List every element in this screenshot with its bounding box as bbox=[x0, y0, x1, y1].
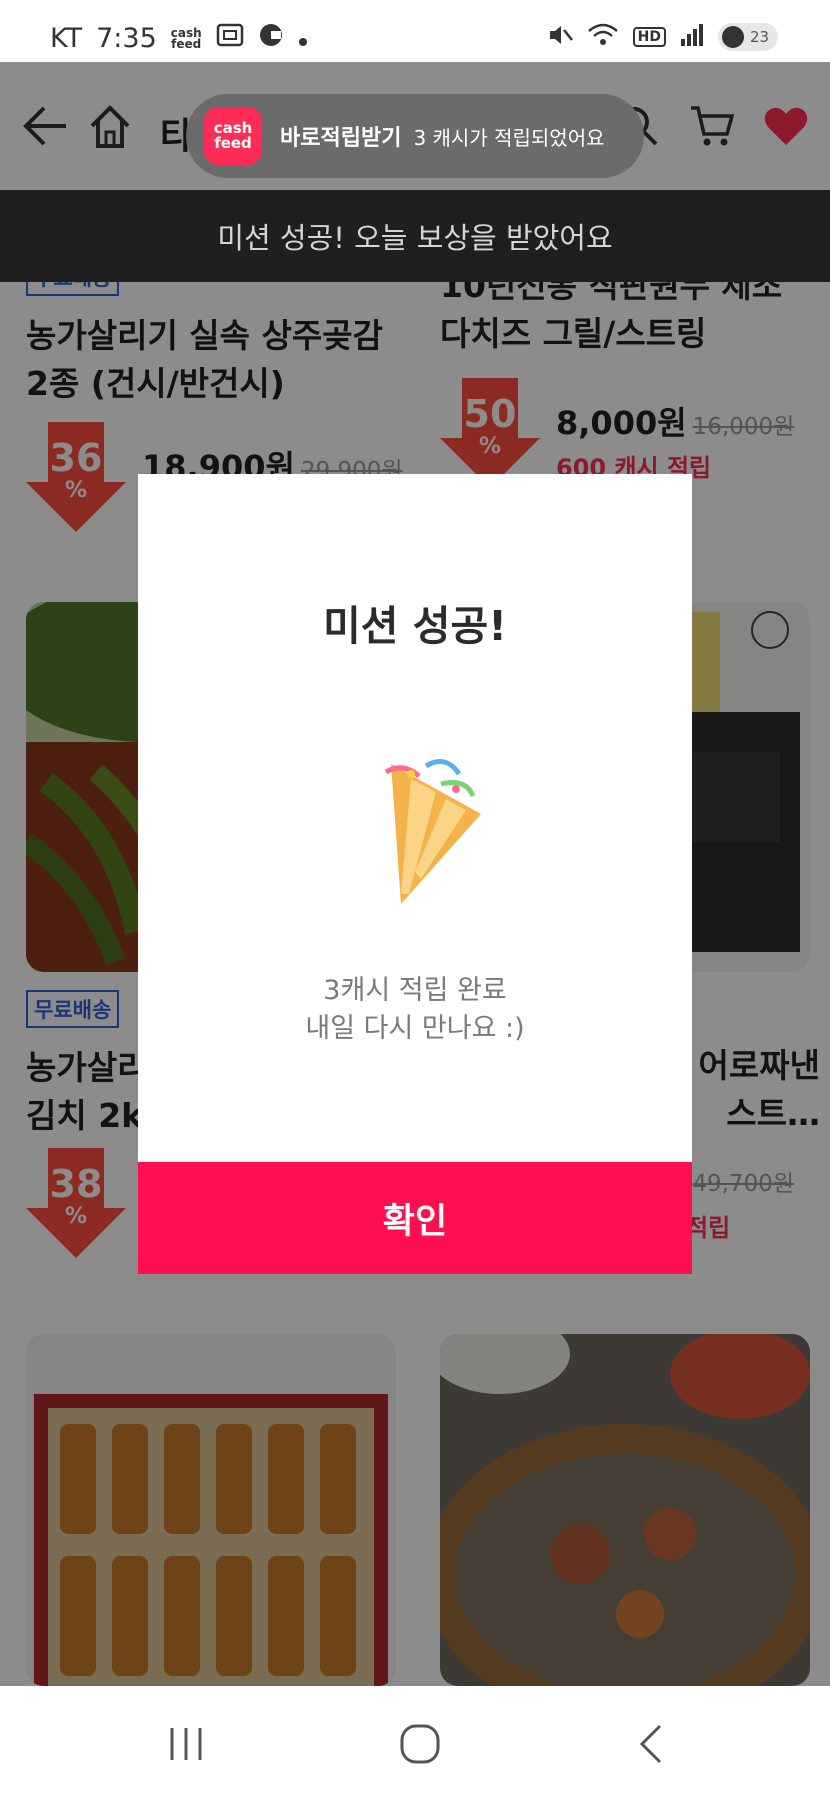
recent-apps-button[interactable] bbox=[158, 1716, 214, 1772]
cashfeed-logo-icon: cash feed bbox=[204, 107, 262, 165]
chevron-left-icon bbox=[639, 1724, 662, 1764]
system-navigation-bar bbox=[0, 1686, 830, 1798]
screenshot-icon bbox=[216, 22, 244, 55]
dialog-title: 미션 성공! bbox=[323, 602, 507, 650]
battery-indicator: 23 bbox=[718, 23, 778, 51]
battery-icon bbox=[722, 26, 744, 48]
back-nav-button[interactable] bbox=[624, 1716, 680, 1772]
dialog-message-reward: 3캐시 적립 완료 bbox=[323, 975, 507, 1006]
mute-icon bbox=[547, 22, 573, 52]
clock: 7:35 bbox=[96, 23, 157, 54]
signal-icon bbox=[680, 23, 704, 51]
home-circle-icon bbox=[400, 1724, 440, 1764]
battery-level: 23 bbox=[750, 28, 770, 46]
more-notifications-dot bbox=[298, 23, 308, 54]
app-notification-icon bbox=[258, 22, 284, 55]
toast-message: 3 캐시가 적립되었어요 bbox=[413, 125, 605, 150]
confirm-button[interactable]: 확인 bbox=[138, 1162, 692, 1274]
mission-success-banner: 미션 성공! 오늘 보상을 받았어요 bbox=[0, 190, 830, 282]
home-nav-button[interactable] bbox=[392, 1716, 448, 1772]
status-bar: KT 7:35 cash feed HD 23 bbox=[0, 0, 830, 62]
hd-icon: HD bbox=[632, 27, 666, 47]
cash-reward-toast: cash feed 바로적립받기 3 캐시가 적립되었어요 bbox=[186, 94, 644, 178]
wifi-icon bbox=[587, 22, 619, 52]
toast-title: 바로적립받기 bbox=[280, 126, 402, 151]
mission-success-dialog: 미션 성공! 3캐시 적립 완료 내일 다시 만나요 :) 확인 bbox=[138, 474, 692, 1274]
recent-apps-icon bbox=[170, 1728, 202, 1760]
dialog-message-farewell: 내일 다시 만나요 :) bbox=[305, 1013, 525, 1044]
cashfeed-notification-icon: cash feed bbox=[170, 25, 202, 51]
party-popper-icon bbox=[384, 759, 481, 904]
carrier-label: KT bbox=[50, 23, 83, 54]
